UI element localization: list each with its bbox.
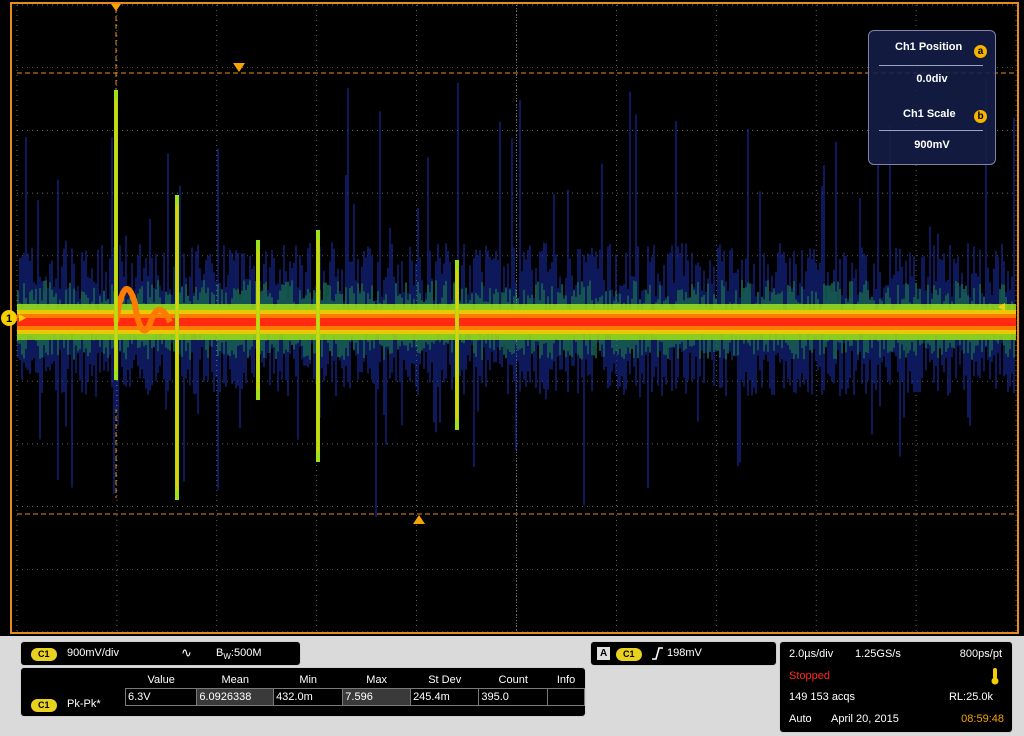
info-cell [547, 688, 585, 706]
thermometer-icon [991, 668, 999, 685]
trigger-mode: Auto [789, 713, 812, 725]
rising-edge-icon [652, 647, 663, 660]
table-row: 6.3V 6.0926338 432.0m 7.596 245.4m 395.0 [124, 688, 585, 706]
ch1-scale-value[interactable]: 900mV [869, 139, 995, 151]
value-cell: 6.3V [124, 688, 198, 706]
measurement-table[interactable]: C1 Pk-Pk* Value Mean Min Max St Dev Coun… [20, 667, 586, 717]
divider [879, 65, 983, 66]
waveform-display[interactable]: 1 Ch1 Position a 0.0div Ch1 Scale b 900m… [0, 0, 1024, 640]
count-cell: 395.0 [478, 688, 549, 706]
knob-a-icon: a [974, 45, 987, 58]
trigger-mode-badge: A [597, 647, 611, 660]
waveform-trace [17, 79, 1016, 517]
channel-settings-panel[interactable]: Ch1 Position a 0.0div Ch1 Scale b 900mV [868, 30, 996, 165]
header-count: Count [498, 673, 528, 686]
trigger-position-icon [111, 4, 121, 11]
header-mean: Mean [221, 673, 249, 686]
channel-1-marker-label: 1 [6, 313, 12, 325]
time: 08:59:48 [961, 713, 1004, 725]
channel-badge: C1 [31, 648, 57, 661]
trigger-source-badge: C1 [616, 648, 642, 661]
date: April 20, 2015 [831, 713, 899, 725]
trigger-level: 198mV [667, 647, 702, 659]
record-length: RL:25.0k [948, 691, 993, 703]
mean-cell: 6.0926338 [196, 688, 275, 706]
acquisition-count: 149 153 acqs [789, 691, 856, 703]
acquisition-status: Stopped [789, 670, 830, 682]
stdev-cell: 245.4m [410, 688, 480, 706]
timebase: 2.0µs/div [789, 648, 834, 660]
bandwidth-limit: BW:500M [216, 647, 262, 662]
acquisition-readout[interactable]: 2.0µs/div 1.25GS/s 800ps/pt Stopped 149 … [779, 641, 1013, 733]
measurement-channel-badge: C1 [31, 699, 57, 712]
header-stdev: St Dev [428, 673, 462, 686]
divider [879, 130, 983, 131]
status-bar: C1 900mV/div ∿ BW:500M C1 Pk-Pk* Value M… [0, 636, 1024, 736]
ch1-position-value[interactable]: 0.0div [869, 73, 995, 85]
resolution: 800ps/pt [959, 648, 1002, 660]
ch1-scale-label: Ch1 Scale [903, 108, 956, 120]
sample-rate: 1.25GS/s [855, 648, 901, 660]
header-max: Max [366, 673, 388, 686]
cursor-b-icon [413, 515, 425, 524]
ac-coupling-icon: ∿ [181, 645, 192, 660]
trigger-readout[interactable]: A C1 198mV [590, 641, 777, 666]
ch1-position-label: Ch1 Position [895, 41, 963, 53]
header-value: Value [147, 673, 175, 686]
header-info: Info [556, 673, 576, 686]
measurement-name: Pk-Pk* [67, 698, 101, 710]
measurement-grid: Value Mean Min Max St Dev Count Info 6.3… [124, 671, 585, 706]
channel-scale: 900mV/div [67, 647, 119, 659]
min-cell: 432.0m [273, 688, 344, 706]
channel-readout[interactable]: C1 900mV/div ∿ BW:500M [20, 641, 301, 666]
knob-b-icon: b [974, 110, 987, 123]
cursor-a-icon [233, 63, 245, 72]
header-min: Min [299, 673, 318, 686]
max-cell: 7.596 [342, 688, 412, 706]
